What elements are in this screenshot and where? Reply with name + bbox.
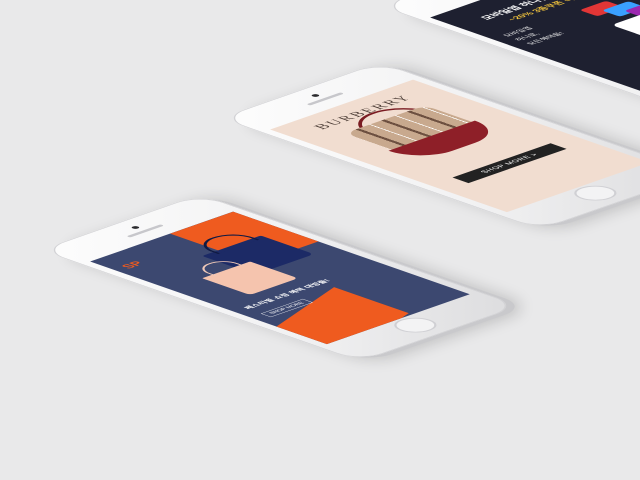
phone-left: SP 페스티벌 쇼핑 혜택 대방출! SHOP MORE <box>40 194 520 362</box>
pink-bag-image <box>202 261 299 296</box>
phone-right-screen: 모바일앱 하나만 있어도 ~20% 3종쿠폰 득템 모바일앱 하나로, 모든혜택… <box>430 0 640 101</box>
phone-middle: BURBERRY SHOP MORE > <box>220 62 640 230</box>
brand-logo: SP <box>117 259 147 270</box>
front-camera <box>130 225 141 230</box>
mockup-scene: SP 페스티벌 쇼핑 혜택 대방출! SHOP MORE BURBERRY SH… <box>0 0 640 480</box>
shop-more-button[interactable]: SHOP MORE > <box>452 143 567 184</box>
front-camera <box>310 93 321 98</box>
promo-body: 모바일앱 하나로, 모든혜택을! <box>499 22 568 46</box>
